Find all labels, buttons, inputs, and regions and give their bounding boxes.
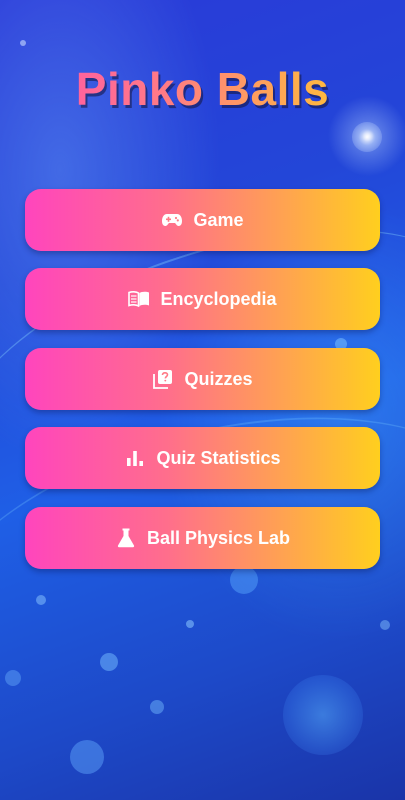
game-button[interactable]: Game <box>25 189 380 251</box>
encyclopedia-button[interactable]: Encyclopedia <box>25 268 380 330</box>
background-bokeh <box>230 566 258 594</box>
flask-icon <box>115 527 137 549</box>
book-icon <box>128 288 150 310</box>
game-button-label: Game <box>193 209 244 230</box>
background-bokeh <box>20 40 26 46</box>
app-title: Pinko Balls <box>0 62 405 116</box>
encyclopedia-button-label: Encyclopedia <box>160 288 277 309</box>
encyclopedia-button-content: Encyclopedia <box>128 288 277 310</box>
bar-chart-icon <box>124 447 146 469</box>
game-button-content: Game <box>161 209 244 231</box>
background-bokeh <box>150 700 164 714</box>
background-bokeh <box>100 653 118 671</box>
quizzes-button[interactable]: Quizzes <box>25 348 380 410</box>
gamepad-icon <box>161 209 183 231</box>
quiz-statistics-button-content: Quiz Statistics <box>124 447 281 469</box>
quiz-icon <box>152 368 174 390</box>
background-bokeh <box>70 740 104 774</box>
background-bokeh <box>283 675 363 755</box>
background-bokeh <box>380 620 390 630</box>
background-bokeh <box>36 595 46 605</box>
ball-physics-lab-button-content: Ball Physics Lab <box>115 527 290 549</box>
quizzes-button-content: Quizzes <box>152 368 253 390</box>
ball-physics-lab-button[interactable]: Ball Physics Lab <box>25 507 380 569</box>
quiz-statistics-button[interactable]: Quiz Statistics <box>25 427 380 489</box>
quiz-statistics-button-label: Quiz Statistics <box>156 447 281 468</box>
background-bokeh <box>5 670 21 686</box>
ball-physics-lab-button-label: Ball Physics Lab <box>146 527 291 548</box>
background-bokeh <box>186 620 194 628</box>
background-bokeh <box>352 122 382 152</box>
quizzes-button-label: Quizzes <box>184 368 253 389</box>
